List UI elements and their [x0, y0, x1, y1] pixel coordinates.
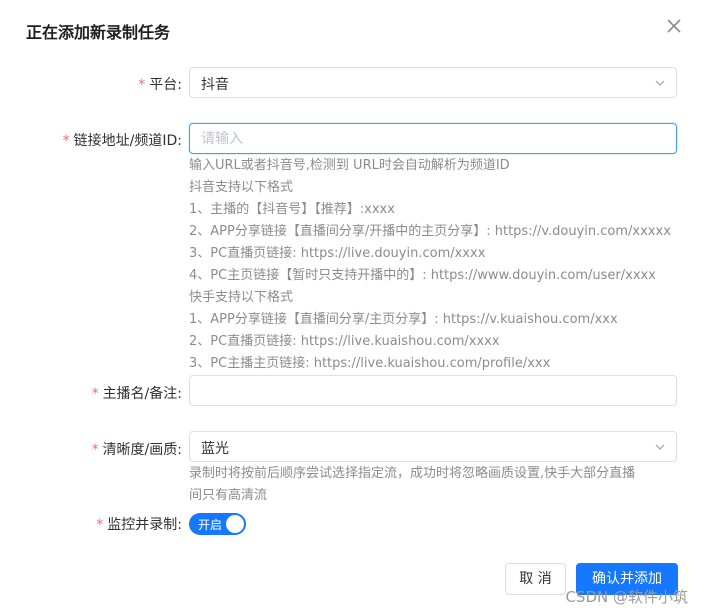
required-mark: * [96, 517, 104, 533]
quality-help: 录制时将按前后顺序尝试选择指定流，成功时将忽略画质设置,快手大部分直播 间只有高… [189, 463, 635, 507]
monitor-label: * 监控并录制: [96, 514, 182, 534]
dialog-title: 正在添加新录制任务 [26, 23, 171, 42]
watermark: CSDN @软件小筑 [565, 588, 688, 606]
link-help-line: 4、PC主页链接【暂时只支持开播中的】: https://www.douyin.… [189, 268, 656, 283]
platform-label: * 平台: [138, 74, 182, 94]
chevron-down-icon [655, 80, 665, 86]
link-help-line: 3、PC主播主页链接: https://live.kuaishou.com/pr… [189, 356, 551, 371]
link-help-line: 3、PC直播页链接: https://live.douyin.com/xxxx [189, 246, 486, 261]
monitor-toggle-text: 开启 [198, 518, 223, 532]
anchor-name-input-wrapper [189, 375, 677, 406]
platform-select[interactable]: 抖音 [189, 67, 677, 98]
required-mark: * [91, 386, 99, 402]
link-help-list: 输入URL或者抖音号,检测到 URL时会自动解析为频道ID 抖音支持以下格式 1… [189, 155, 671, 375]
platform-label-text: 平台: [149, 77, 182, 93]
required-mark: * [91, 442, 99, 458]
anchor-name-input[interactable] [190, 376, 676, 405]
quality-select[interactable]: 蓝光 [189, 431, 677, 462]
link-help-line: 2、PC直播页链接: https://live.kuaishou.com/xxx… [189, 334, 500, 349]
add-task-dialog: 正在添加新录制任务 *平台: 抖音 *链接地址/频道ID: 输入URL或者抖音号… [0, 0, 702, 615]
required-mark: * [62, 133, 70, 149]
link-help-line: 快手支持以下格式 [189, 290, 294, 305]
link-help-line: 抖音支持以下格式 [189, 180, 294, 195]
anchor-name-label: * 主播名/备注: [92, 383, 182, 403]
link-help-line: 输入URL或者抖音号,检测到 URL时会自动解析为频道ID [189, 158, 510, 173]
link-label-text: 链接地址/频道ID: [73, 133, 182, 149]
quality-label: * 清晰度/画质: [92, 439, 182, 459]
required-mark: * [138, 77, 146, 93]
link-help-line: 1、主播的【抖音号】【推荐】:xxxx [189, 202, 395, 217]
quality-select-value: 蓝光 [201, 441, 229, 457]
quality-label-text: 清晰度/画质: [102, 442, 182, 458]
platform-select-value: 抖音 [201, 77, 229, 93]
link-help-line: 2、APP分享链接【直播间分享/开播中的主页分享】: https://v.dou… [189, 224, 671, 239]
monitor-toggle[interactable]: 开启 [189, 513, 246, 535]
quality-help-line: 间只有高清流 [189, 488, 268, 503]
link-input-wrapper [189, 123, 677, 154]
link-input[interactable] [190, 124, 676, 153]
link-help-line: 1、APP分享链接【直播间分享/主页分享】: https://v.kuaisho… [189, 312, 618, 327]
quality-help-line: 录制时将按前后顺序尝试选择指定流，成功时将忽略画质设置,快手大部分直播 [189, 466, 636, 481]
close-icon[interactable] [664, 16, 684, 36]
link-label: * 链接地址/频道ID: [63, 130, 182, 150]
monitor-label-text: 监控并录制: [107, 517, 182, 533]
cancel-button[interactable]: 取 消 [505, 563, 566, 595]
chevron-down-icon [655, 444, 665, 450]
toggle-knob [226, 515, 244, 533]
anchor-name-label-text: 主播名/备注: [102, 386, 182, 402]
